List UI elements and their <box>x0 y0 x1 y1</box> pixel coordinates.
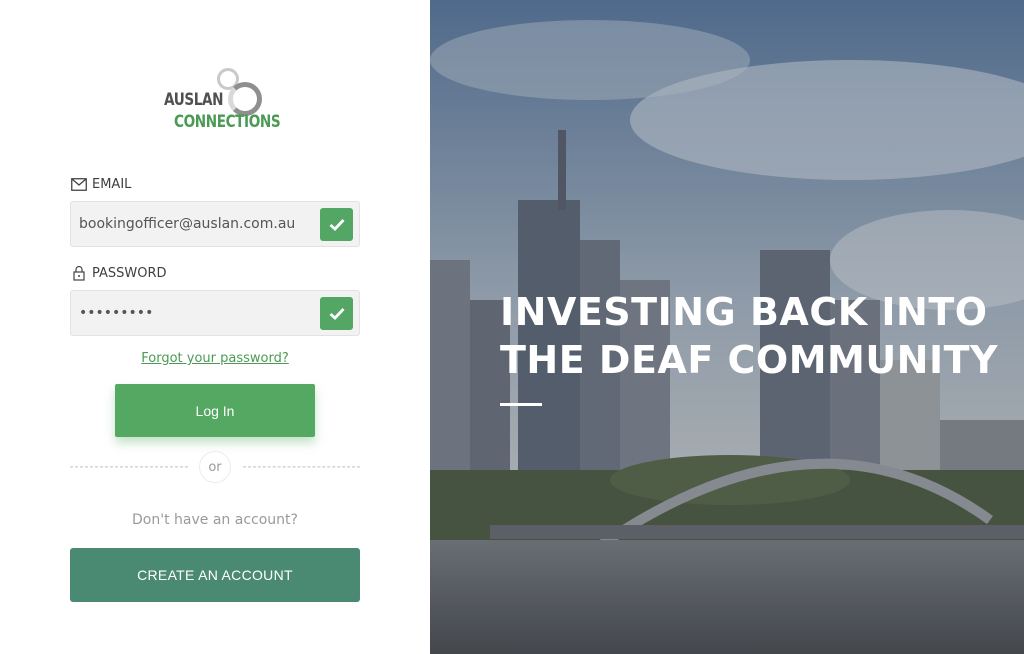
auslan-connections-logo: AUSLAN CONNECTIONS <box>160 66 281 138</box>
password-valid-check-icon <box>320 297 353 330</box>
no-account-text: Don't have an account? <box>132 512 298 528</box>
envelope-icon <box>70 176 88 192</box>
password-field[interactable] <box>71 291 311 335</box>
email-field-container <box>70 201 360 247</box>
logo-ring-large <box>228 82 262 116</box>
hero-heading-line1: INVESTING BACK INTO <box>500 290 988 334</box>
password-label: PASSWORD <box>70 265 167 281</box>
or-separator: or <box>199 451 231 483</box>
email-label-text: EMAIL <box>92 176 132 192</box>
hero-panel: INVESTING BACK INTO THE DEAF COMMUNITY <box>430 0 1024 654</box>
email-field[interactable] <box>71 202 311 246</box>
divider-right <box>243 466 360 468</box>
hero-heading-line2: THE DEAF COMMUNITY <box>500 338 999 382</box>
divider-left <box>70 466 188 468</box>
email-valid-check-icon <box>320 208 353 241</box>
password-label-text: PASSWORD <box>92 265 167 281</box>
password-field-container <box>70 290 360 336</box>
create-account-button[interactable]: CREATE AN ACCOUNT <box>70 548 360 602</box>
email-label: EMAIL <box>70 176 131 192</box>
forgot-password-link[interactable]: Forgot your password? <box>70 351 360 366</box>
hero-heading: INVESTING BACK INTO THE DEAF COMMUNITY <box>500 288 1010 384</box>
logo-text-auslan: AUSLAN <box>164 90 224 110</box>
login-button[interactable]: Log In <box>115 384 315 437</box>
login-panel: AUSLAN CONNECTIONS EMAIL PASSWORD Forgot… <box>0 0 430 654</box>
lock-icon <box>70 265 88 281</box>
hero-underline <box>500 403 542 406</box>
logo-text-connections: CONNECTIONS <box>174 112 281 132</box>
